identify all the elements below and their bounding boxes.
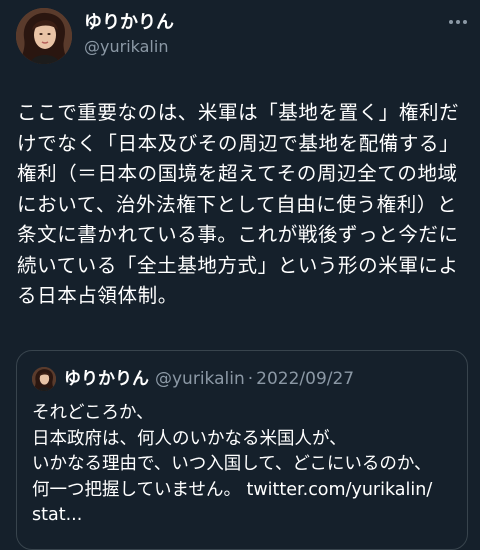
author-display-name[interactable]: ゆりかりん: [84, 12, 174, 34]
avatar-image: [16, 8, 72, 64]
more-horizontal-icon: [449, 20, 467, 24]
quoted-handle: @yurikalin: [155, 369, 245, 389]
quoted-avatar-image: [32, 367, 56, 391]
quoted-display-name: ゆりかりん: [64, 369, 149, 389]
avatar[interactable]: [16, 8, 72, 64]
more-options-button[interactable]: [442, 8, 474, 36]
tweet-text: ここで重要なのは、米軍は「基地を置く」権利だけでなく「日本及びその周辺で基地を配…: [17, 101, 460, 307]
quoted-avatar: [32, 367, 56, 391]
meta-separator: ·: [247, 369, 254, 389]
quoted-date: 2022/09/27: [256, 369, 355, 389]
quoted-meta: ゆりかりん @yurikalin · 2022/09/27: [64, 368, 354, 390]
quoted-tweet-text: それどころか、 日本政府は、何人のいかなる米国人が、 いかなる理由で、いつ入国し…: [32, 403, 433, 525]
quoted-tweet-card[interactable]: ゆりかりん @yurikalin · 2022/09/27 それどころか、 日本政府は…: [16, 350, 468, 550]
tweet-header: ゆりかりん @yurikalin: [0, 0, 480, 80]
author-handle[interactable]: @yurikalin: [84, 37, 168, 57]
